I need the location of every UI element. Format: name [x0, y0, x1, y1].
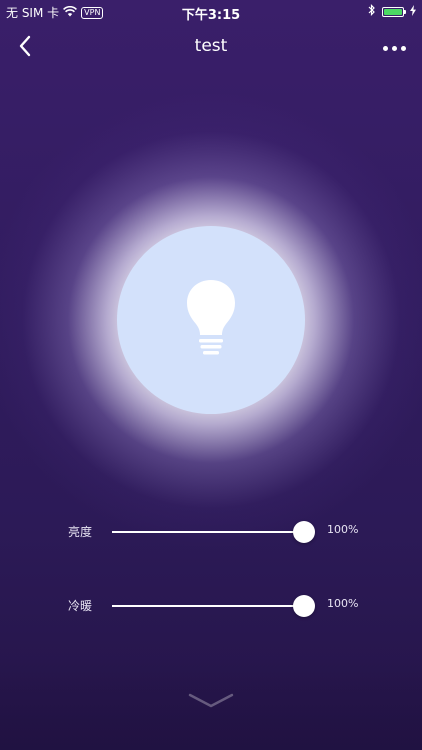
lightbulb-icon [185, 278, 237, 362]
brightness-slider-thumb[interactable] [293, 521, 315, 543]
color-temperature-value: 100% [327, 597, 359, 610]
brightness-slider-fill [112, 531, 304, 533]
color-temperature-slider[interactable] [112, 595, 315, 617]
page-title: test [194, 36, 228, 56]
brightness-label: 亮度 [68, 525, 93, 539]
chevron-down-icon [187, 691, 235, 715]
color-temperature-label: 冷暖 [68, 599, 93, 613]
expand-panel-button[interactable] [186, 690, 236, 716]
brightness-slider-row: 亮度 100% [0, 517, 422, 547]
color-temperature-slider-fill [112, 605, 304, 607]
battery-icon [382, 6, 406, 17]
light-control-screen: 无 SIM 卡 VPN 下午3:15 test 亮度 100% 冷暖 100% [0, 0, 422, 750]
nav-bar: test [0, 26, 422, 70]
color-temperature-slider-thumb[interactable] [293, 595, 315, 617]
status-time: 下午3:15 [181, 8, 241, 23]
status-right [368, 4, 416, 19]
status-bar: 无 SIM 卡 VPN 下午3:15 [0, 0, 422, 24]
battery-tip [404, 9, 406, 14]
more-horizontal-icon-dot [400, 45, 406, 51]
charging-bolt-icon [410, 4, 416, 19]
brightness-value: 100% [327, 523, 359, 536]
more-horizontal-icon [382, 45, 388, 51]
brightness-slider[interactable] [112, 521, 315, 543]
more-options-button[interactable] [378, 34, 410, 62]
color-temperature-slider-row: 冷暖 100% [0, 591, 422, 621]
power-toggle-button[interactable] [117, 226, 305, 414]
more-horizontal-icon-dot [391, 45, 397, 51]
bluetooth-icon [368, 4, 376, 19]
battery-level [384, 8, 402, 15]
